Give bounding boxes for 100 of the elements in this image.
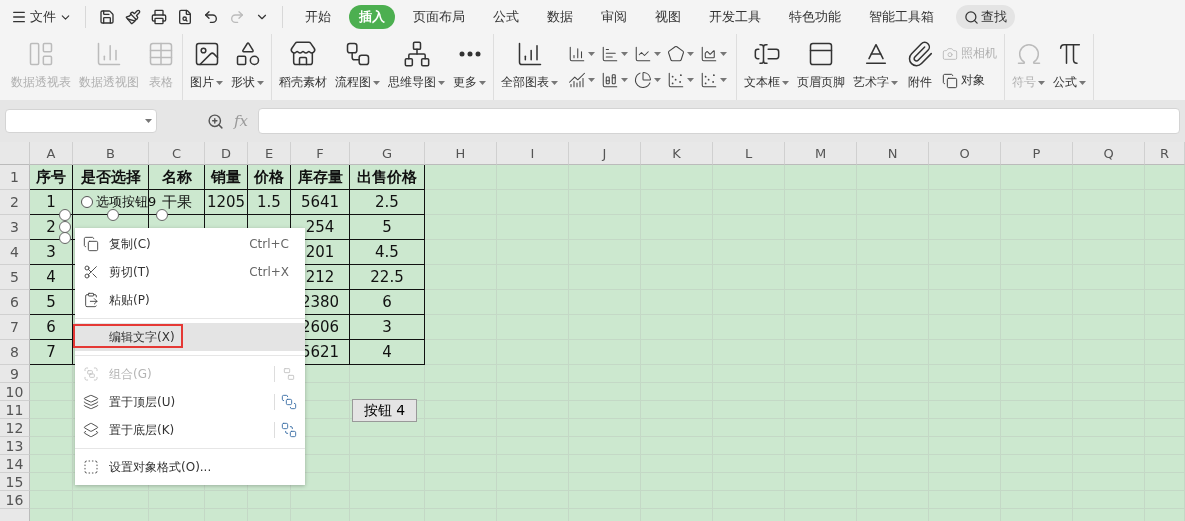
ribbon-button[interactable]: 稻壳素材 bbox=[275, 34, 331, 100]
sheet-cell bbox=[30, 491, 73, 509]
scissors-icon bbox=[83, 264, 99, 280]
column-header[interactable]: B bbox=[73, 142, 149, 165]
caret-icon bbox=[438, 80, 445, 85]
bar-chart-icon bbox=[95, 40, 123, 68]
column-header[interactable]: E bbox=[248, 142, 291, 165]
ribbon-tab[interactable]: 特色功能 bbox=[779, 5, 851, 29]
paintbrush-icon bbox=[125, 9, 141, 25]
ribbon-tab[interactable]: 审阅 bbox=[591, 5, 637, 29]
zoom-icon[interactable] bbox=[207, 112, 224, 130]
menu-item[interactable]: 置于顶层(U) bbox=[75, 388, 305, 416]
line-chart-icon bbox=[634, 45, 652, 63]
column-header[interactable]: F bbox=[291, 142, 350, 165]
menu-item[interactable]: 编辑文字(X) bbox=[75, 323, 305, 351]
column-header[interactable]: C bbox=[149, 142, 205, 165]
chart-type-button[interactable] bbox=[634, 45, 661, 63]
form-button[interactable]: 按钮 4 bbox=[352, 399, 417, 422]
chart-type-button[interactable] bbox=[700, 71, 727, 89]
chart-type-button[interactable] bbox=[700, 45, 727, 63]
column-header[interactable]: K bbox=[641, 142, 713, 165]
column-header[interactable]: L bbox=[713, 142, 785, 165]
copy-icon bbox=[942, 72, 958, 89]
caret-icon bbox=[782, 80, 789, 85]
row-header[interactable]: 11 bbox=[0, 401, 30, 419]
chart-type-button[interactable] bbox=[667, 71, 694, 89]
chart-type-button[interactable] bbox=[601, 45, 628, 63]
sheet-cell bbox=[30, 437, 73, 455]
row-header[interactable]: 4 bbox=[0, 240, 30, 265]
ribbon-button[interactable]: 附件 bbox=[902, 34, 938, 100]
ribbon-tab[interactable]: 智能工具箱 bbox=[859, 5, 944, 29]
ribbon-button[interactable]: 全部图表 bbox=[497, 34, 562, 100]
column-header[interactable]: J bbox=[569, 142, 641, 165]
ribbon-button[interactable]: 思维导图 bbox=[384, 34, 449, 100]
table-cell: 5641 bbox=[291, 190, 350, 215]
row-header[interactable]: 1 bbox=[0, 165, 30, 190]
column-header[interactable]: P bbox=[1001, 142, 1073, 165]
column-header[interactable]: Q bbox=[1073, 142, 1145, 165]
paperclip-icon bbox=[906, 40, 934, 68]
row-header[interactable]: 12 bbox=[0, 419, 30, 437]
ribbon-button[interactable]: 对象 bbox=[942, 72, 997, 89]
row-header[interactable]: 3 bbox=[0, 215, 30, 240]
sheet-cell bbox=[30, 473, 73, 491]
chart-type-button[interactable] bbox=[601, 71, 628, 89]
ribbon-tab[interactable]: 页面布局 bbox=[403, 5, 475, 29]
row-header[interactable]: 2 bbox=[0, 190, 30, 215]
file-menu[interactable]: 文件 bbox=[8, 5, 75, 29]
chart-type-button[interactable] bbox=[634, 71, 661, 89]
chart-type-button[interactable] bbox=[568, 71, 595, 89]
column-header[interactable]: A bbox=[30, 142, 73, 165]
ribbon-tab[interactable]: 开始 bbox=[295, 5, 341, 29]
column-header[interactable]: I bbox=[497, 142, 569, 165]
column-header[interactable]: R bbox=[1145, 142, 1185, 165]
table-icon bbox=[147, 40, 175, 68]
menu-item[interactable]: 置于底层(K) bbox=[75, 416, 305, 444]
ribbon-button[interactable]: 形状 bbox=[227, 34, 268, 100]
table-cell: 22.5 bbox=[350, 265, 425, 290]
caret-icon bbox=[891, 80, 898, 85]
column-header[interactable]: N bbox=[857, 142, 929, 165]
ribbon-button[interactable]: 更多 bbox=[449, 34, 490, 100]
sheet-cell bbox=[30, 401, 73, 419]
ribbon-tab[interactable]: 数据 bbox=[537, 5, 583, 29]
column-header[interactable]: H bbox=[425, 142, 497, 165]
ribbon-button[interactable]: 流程图 bbox=[331, 34, 384, 100]
ribbon-tab[interactable]: 视图 bbox=[645, 5, 691, 29]
row-header[interactable]: 7 bbox=[0, 315, 30, 340]
ribbon-tab[interactable]: 开发工具 bbox=[699, 5, 771, 29]
row-header[interactable]: 9 bbox=[0, 365, 30, 383]
menu-item[interactable]: 设置对象格式(O)... bbox=[75, 453, 305, 481]
caret-icon bbox=[551, 80, 558, 85]
table-cell: 库存量 bbox=[291, 165, 350, 190]
row-header[interactable]: 15 bbox=[0, 473, 30, 491]
column-chart-icon bbox=[568, 45, 586, 63]
ribbon-button[interactable]: 页眉页脚 bbox=[793, 34, 849, 100]
column-header[interactable]: O bbox=[929, 142, 1001, 165]
row-header[interactable]: 8 bbox=[0, 340, 30, 365]
chart-type-button[interactable] bbox=[568, 45, 595, 63]
row-header[interactable]: 5 bbox=[0, 265, 30, 290]
row-header[interactable]: 14 bbox=[0, 455, 30, 473]
chart-type-button[interactable] bbox=[667, 45, 694, 63]
column-header[interactable]: M bbox=[785, 142, 857, 165]
ribbon-button[interactable]: 公式 bbox=[1049, 34, 1090, 100]
caret-icon bbox=[373, 80, 380, 85]
ribbon-button[interactable]: 文本框 bbox=[740, 34, 793, 100]
ribbon-button[interactable]: 图片 bbox=[186, 34, 227, 100]
ribbon-button[interactable]: 艺术字 bbox=[849, 34, 902, 100]
table-cell: 1.5 bbox=[248, 190, 291, 215]
caret-icon bbox=[1079, 80, 1086, 85]
row-header[interactable]: 6 bbox=[0, 290, 30, 315]
column-header[interactable]: G bbox=[350, 142, 425, 165]
sheet-cell bbox=[713, 165, 785, 190]
column-header[interactable]: D bbox=[205, 142, 248, 165]
table-cell: 1205 bbox=[205, 190, 248, 215]
row-header[interactable]: 10 bbox=[0, 383, 30, 401]
ribbon-tab[interactable]: 公式 bbox=[483, 5, 529, 29]
table-cell: 是否选择 bbox=[73, 165, 149, 190]
row-header[interactable]: 16 bbox=[0, 491, 30, 509]
search-button[interactable]: 查找 bbox=[956, 5, 1015, 29]
formula-input[interactable] bbox=[258, 108, 1180, 134]
row-header[interactable]: 13 bbox=[0, 437, 30, 455]
